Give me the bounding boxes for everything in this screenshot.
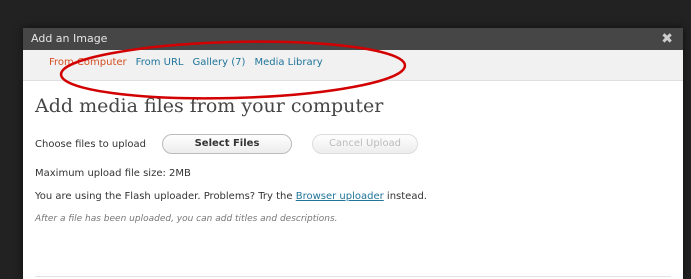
annotation-ellipse bbox=[59, 40, 407, 100]
annotation-ellipse-shape bbox=[59, 40, 407, 100]
